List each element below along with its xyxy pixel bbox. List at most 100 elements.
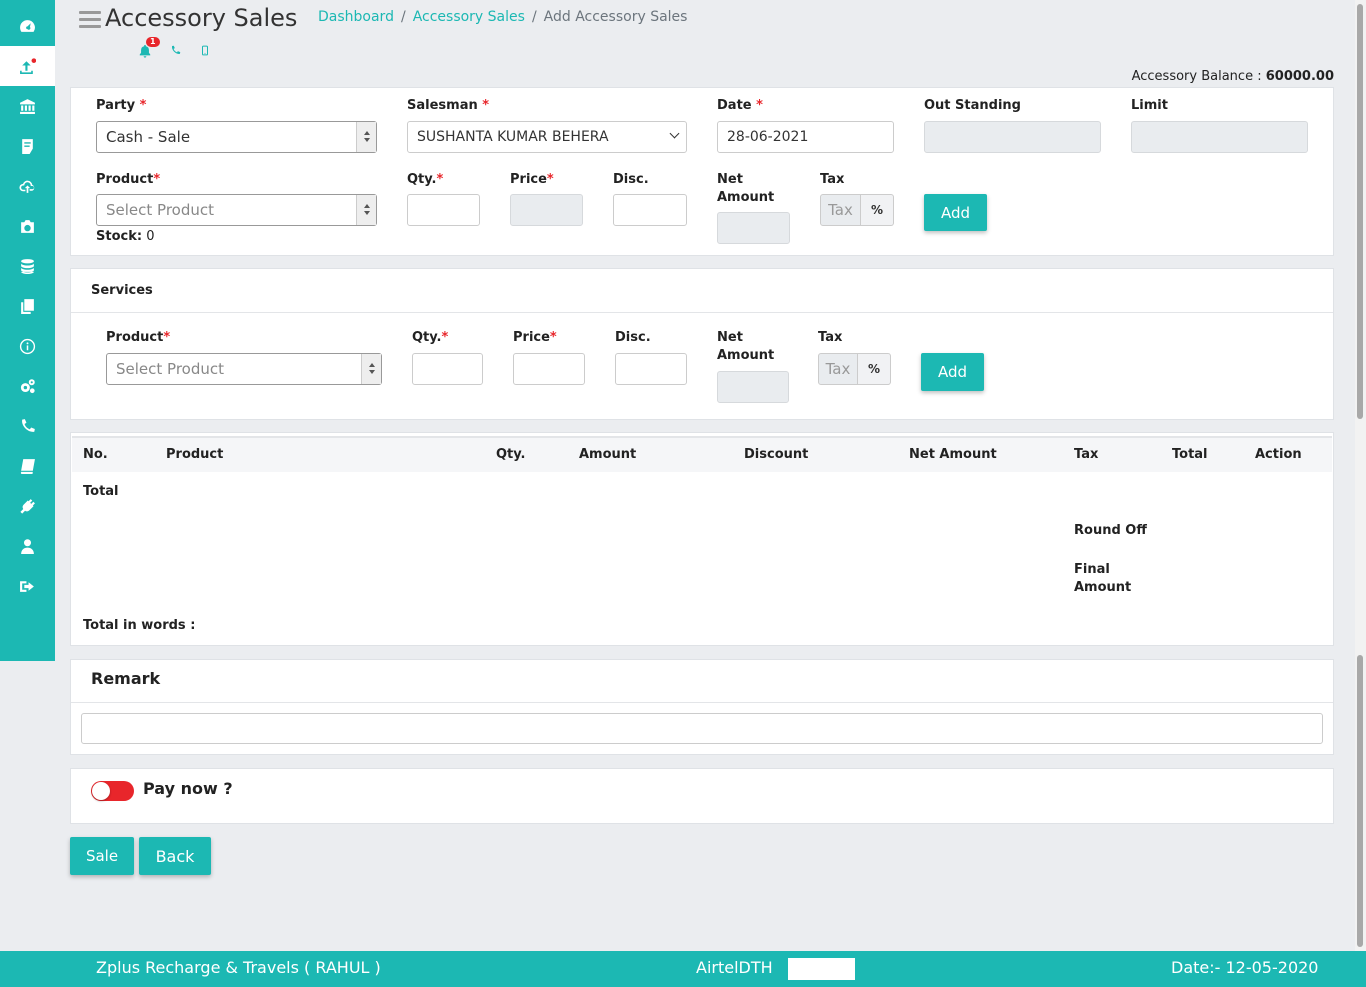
sign-out-icon [20, 580, 34, 592]
service-disc-label: Disc. [615, 330, 651, 345]
date-input[interactable]: 28-06-2021 [717, 121, 894, 153]
phone-icon [171, 45, 181, 54]
tax-label: Tax [820, 172, 845, 187]
sidebar-item-user[interactable] [0, 526, 55, 566]
outstanding-label: Out Standing [924, 98, 1021, 113]
service-tax-input[interactable]: Tax [818, 353, 858, 385]
phone-icon [22, 418, 35, 432]
breadcrumb-dashboard[interactable]: Dashboard [318, 9, 394, 25]
service-tax-label: Tax [818, 330, 843, 345]
sidebar-item-settings[interactable] [0, 366, 55, 406]
sidebar-item-plug[interactable] [0, 486, 55, 526]
col-tax: Tax [1074, 447, 1099, 462]
notification-badge: 1 [146, 37, 160, 47]
dashboard-icon [20, 19, 35, 32]
disc-input[interactable] [613, 194, 687, 226]
remark-input[interactable] [81, 713, 1323, 744]
chevron-down-icon [669, 128, 680, 139]
percent-addon: % [861, 194, 894, 226]
notification-button[interactable]: 1 [138, 37, 160, 58]
sidebar-item-camera[interactable] [0, 206, 55, 246]
select-arrows-icon [356, 195, 376, 225]
stock-info: Stock: 0 [96, 229, 155, 244]
net-amount-input [717, 212, 790, 244]
tax-input-group[interactable]: Tax % [820, 194, 894, 226]
sale-button[interactable]: Sale [70, 837, 134, 875]
sidebar-item-receipt[interactable] [0, 126, 55, 166]
back-button[interactable]: Back [139, 837, 211, 875]
sidebar-item-logout[interactable] [0, 566, 55, 606]
mobile-button[interactable] [200, 42, 216, 58]
sidebar-item-phone[interactable] [0, 406, 55, 446]
services-title: Services [91, 283, 153, 298]
limit-label: Limit [1131, 98, 1168, 113]
product-placeholder: Select Product [106, 201, 214, 219]
salesman-label: Salesman * [407, 98, 490, 113]
airtel-digital-logo [788, 958, 855, 980]
scrollbar-thumb-lower[interactable] [1357, 655, 1363, 947]
breadcrumb-accessory-sales[interactable]: Accessory Sales [413, 9, 525, 25]
col-product: Product [166, 447, 224, 462]
service-disc-input[interactable] [615, 353, 687, 385]
receipt-icon [22, 138, 33, 154]
limit-input [1131, 121, 1308, 153]
service-price-label: Price* [513, 330, 557, 345]
info-icon [19, 338, 36, 354]
service-product-select[interactable]: Select Product [106, 353, 382, 385]
footer-company: Zplus Recharge & Travels ( RAHUL ) [96, 958, 381, 977]
date-value: 28-06-2021 [727, 129, 809, 145]
net-amount-label: Net Amount [717, 172, 775, 205]
add-product-button[interactable]: Add [924, 194, 987, 231]
menu-toggle-icon[interactable] [79, 11, 101, 29]
salesman-select[interactable]: SUSHANTA KUMAR BEHERA [407, 121, 687, 153]
final-amount-label: Final Amount [1074, 562, 1132, 595]
sidebar-item-info[interactable] [0, 326, 55, 366]
sidebar-item-cloud-upload[interactable] [0, 166, 55, 206]
page-scrollbar[interactable] [1355, 0, 1366, 951]
salesman-value: SUSHANTA KUMAR BEHERA [417, 129, 609, 145]
service-product-label: Product* [106, 330, 171, 345]
add-service-button[interactable]: Add [921, 353, 984, 391]
sidebar-item-upload[interactable] [0, 46, 55, 86]
pay-now-toggle[interactable] [91, 781, 134, 801]
qty-input[interactable] [407, 194, 480, 226]
scrollbar-thumb-upper[interactable] [1357, 4, 1363, 419]
total-in-words-label: Total in words : [83, 618, 196, 633]
phone-button[interactable] [170, 42, 186, 58]
footer-provider: AirtelDTH [696, 958, 773, 977]
product-label: Product* [96, 172, 161, 187]
sidebar-item-dashboard[interactable] [0, 6, 55, 46]
breadcrumb: Dashboard / Accessory Sales / Add Accessory … [318, 9, 688, 25]
date-label: Date * [717, 98, 763, 113]
footer: Zplus Recharge & Travels ( RAHUL ) Airte… [0, 951, 1366, 987]
service-qty-input[interactable] [412, 353, 483, 385]
col-amount: Amount [579, 447, 637, 462]
party-value: Cash - Sale [106, 128, 191, 146]
service-tax-input-group[interactable]: Tax % [818, 353, 891, 385]
product-select[interactable]: Select Product [96, 194, 377, 226]
book-icon [20, 458, 35, 474]
price-label: Price* [510, 172, 554, 187]
qty-label: Qty.* [407, 172, 444, 187]
party-select[interactable]: Cash - Sale [96, 121, 377, 153]
remark-title: Remark [91, 669, 161, 688]
sidebar [0, 0, 55, 661]
service-price-input[interactable] [513, 353, 585, 385]
pay-card [70, 768, 1334, 824]
bank-icon [20, 98, 35, 114]
mobile-icon [202, 45, 208, 56]
col-discount: Discount [744, 447, 809, 462]
service-qty-label: Qty.* [412, 330, 449, 345]
sidebar-item-copy[interactable] [0, 286, 55, 326]
sidebar-item-database[interactable] [0, 246, 55, 286]
services-card [70, 268, 1334, 420]
toggle-knob [92, 782, 110, 800]
sidebar-item-book[interactable] [0, 446, 55, 486]
outstanding-input [924, 121, 1101, 153]
tax-input[interactable]: Tax [820, 194, 861, 226]
cogs-icon [20, 378, 35, 393]
total-label: Total [83, 484, 119, 499]
select-arrows-icon [356, 122, 376, 152]
plug-icon [20, 498, 35, 514]
sidebar-item-bank[interactable] [0, 86, 55, 126]
